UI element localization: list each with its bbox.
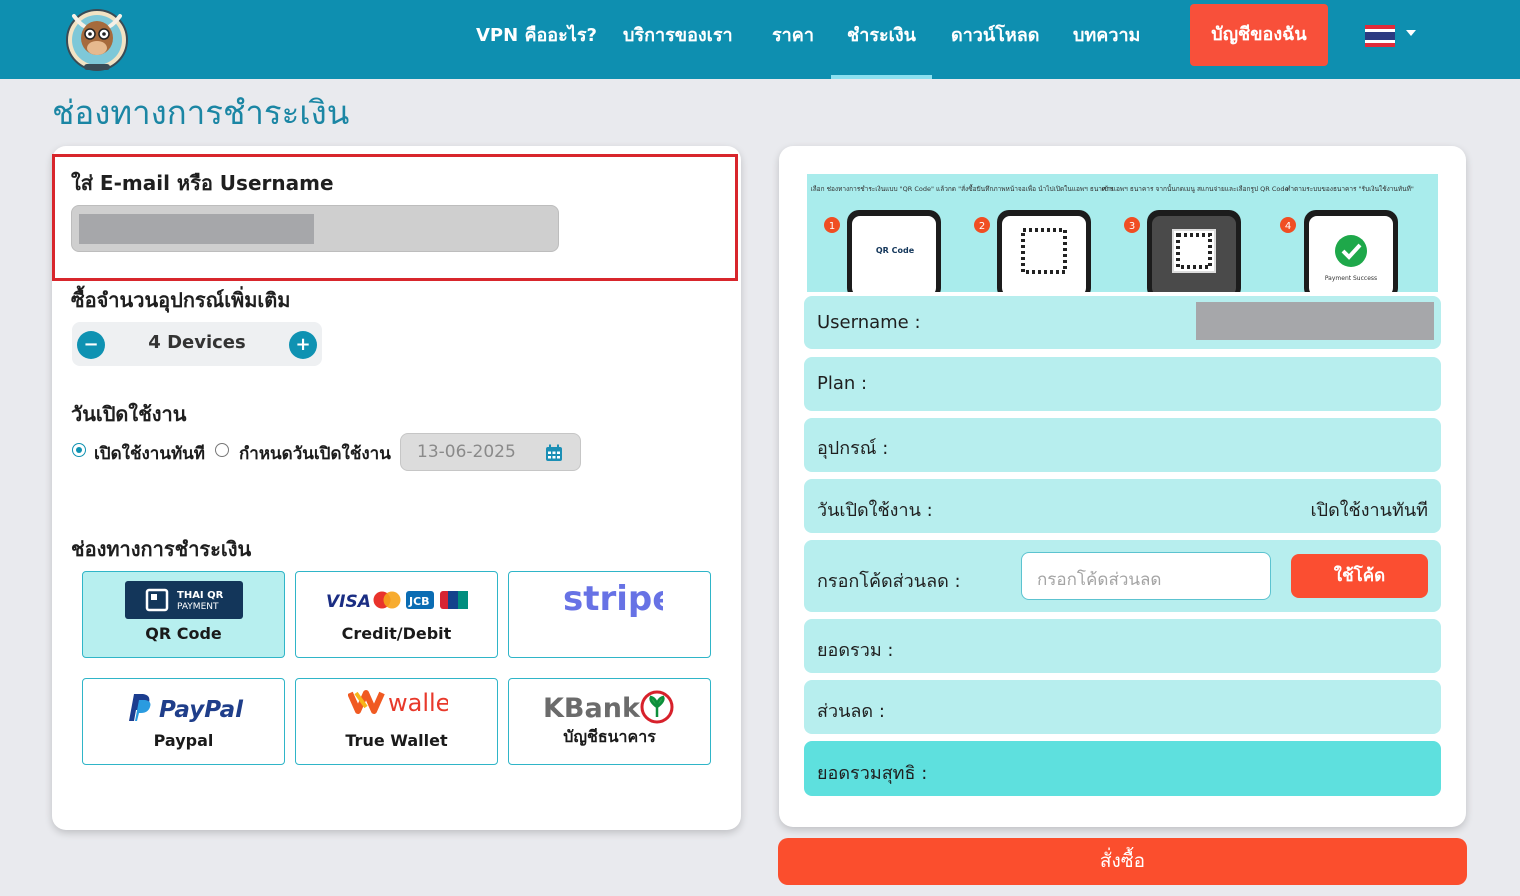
device-count: 4 Devices [148,332,246,353]
start-now-label[interactable]: เปิดใช้งานทันที [94,440,205,467]
qr-steps-illustration: เลือก ช่องทางการชำระเงินแบบ "QR Code" แล… [810,184,1414,292]
start-date-summary-value: เปิดใช้งานทันที [1310,500,1428,521]
nav-pricing[interactable]: ราคา [772,0,814,79]
qr-step-caption: เข้าแอพฯ ธนาคาร จากนั้นกดเมนู สแกนจ่ายแล… [1101,184,1288,193]
payment-method-label: ช่องทางการชำระเงิน [71,537,252,561]
redacted-value [79,214,314,244]
devices-summary-label: อุปกรณ์ : [817,438,889,459]
thai-qr-payment-logo: THAI QR PAYMENT [125,581,243,619]
payment-option-paypal[interactable]: PayPal Paypal [82,678,285,765]
payment-option-bank-account[interactable]: KBank บัญชีธนาคาร [508,678,711,765]
calendar-icon[interactable] [544,443,564,463]
coupon-code-input[interactable]: กรอกโค้ดส่วนลด [1021,552,1271,600]
qr-step-number: 1 [829,221,835,232]
nav-download[interactable]: ดาวน์โหลด [951,0,1039,79]
start-date-input[interactable]: 13-06-2025 [400,433,581,471]
coupon-placeholder: กรอกโค้ดส่วนลด [1037,570,1162,590]
schedule-start-label[interactable]: กำหนดวันเปิดใช้งาน [239,440,391,467]
visa-logo-text: VISA [326,592,371,612]
device-quantity-stepper: − 4 Devices + [72,322,322,366]
thai-qr-logo-subtext: PAYMENT [177,602,219,612]
thai-qr-logo-text: THAI QR [177,590,224,601]
start-date-label: วันเปิดใช้งาน [71,402,187,426]
qr-step-screen-text: QR Code [876,246,915,255]
language-selector[interactable] [1364,24,1424,50]
visa-mastercard-jcb-unionpay-logos: VISA JCB [326,591,468,612]
coupon-label: กรอกโค้ดส่วนลด : [817,571,961,592]
payment-option-label: QR Code [145,624,222,643]
qr-step-number: 3 [1129,221,1135,232]
start-now-radio[interactable] [72,443,86,457]
email-username-input[interactable] [71,205,559,252]
thai-flag-icon [1365,25,1416,47]
username-label: Username : [817,312,921,333]
top-navbar: VPN คืออะไร? บริการของเรา ราคา ชำระเงิน … [0,0,1520,79]
payment-option-stripe[interactable]: stripe [508,571,711,658]
page-title: ช่องทางการชำระเงิน [52,93,350,132]
start-date-summary-label: วันเปิดใช้งาน : [817,500,933,521]
paypal-logo-text: PayPal [159,697,244,723]
total-label: ยอดรวม : [817,640,894,661]
qr-step-caption: เลือก ช่องทางการชำระเงินแบบ "QR Code" แล… [810,184,979,193]
summary-row-total: ยอดรวม : [804,619,1441,673]
qr-step-caption: ทำตามระบบของธนาคาร "รับเงินใช้งานทันที" [1286,185,1414,193]
plan-label: Plan : [817,373,868,394]
place-order-button[interactable]: สั่งซื้อ [778,838,1467,885]
paypal-logo: PayPal [129,694,244,723]
kbank-logo-text: KBank [543,693,641,724]
summary-row-discount: ส่วนลด : [804,680,1441,734]
payment-option-true-wallet[interactable]: wallet True Wallet [295,678,498,765]
nav-payment[interactable]: ชำระเงิน [831,0,932,79]
start-date-value: 13-06-2025 [417,442,516,462]
bull-mascot-logo[interactable] [64,2,130,72]
true-wallet-logo: wallet [348,689,448,717]
summary-row-start-date: วันเปิดใช้งาน : เปิดใช้งานทันที [804,479,1441,533]
discount-label: ส่วนลด : [817,701,885,722]
nav-services[interactable]: บริการของเรา [623,0,733,79]
qr-step-number: 2 [979,221,985,232]
payment-option-label: Paypal [153,731,214,750]
nav-what-is-vpn[interactable]: VPN คืออะไร? [476,0,597,79]
chevron-down-icon [1406,30,1416,36]
qr-step-screen-text: Payment Success [1325,275,1377,282]
payment-option-credit-debit[interactable]: VISA JCB Credit/Debit [295,571,498,658]
payment-option-qr-code[interactable]: THAI QR PAYMENT QR Code [82,571,285,658]
summary-row-net-total: ยอดรวมสุทธิ : [804,741,1441,796]
qr-step-number: 4 [1285,221,1291,232]
true-wallet-logo-text: wallet [388,689,448,717]
my-account-button[interactable]: บัญชีของฉัน [1190,4,1328,66]
qr-payment-steps-banner: เลือก ช่องทางการชำระเงินแบบ "QR Code" แล… [807,174,1438,292]
net-total-label: ยอดรวมสุทธิ : [817,763,928,784]
increase-devices-button[interactable]: + [289,331,317,359]
devices-label: ซื้อจำนวนอุปกรณ์เพิ่มเติม [71,288,291,312]
summary-row-plan: Plan : [804,357,1441,411]
stripe-logo-text: stripe [563,579,663,619]
apply-coupon-button[interactable]: ใช้โค้ด [1291,554,1428,598]
payment-option-label: บัญชีธนาคาร [563,727,656,746]
qr-step-caption: บันทึกภาพหน้าจอเพื่อ นำไปเปิดในแอพฯ ธนาค… [977,184,1114,193]
jcb-logo-text: JCB [408,595,430,608]
schedule-start-radio[interactable] [215,443,229,457]
kbank-logo: KBank [543,690,674,724]
nav-articles[interactable]: บทความ [1073,0,1140,79]
redacted-username-value [1196,302,1434,340]
payment-option-label: True Wallet [345,731,448,750]
decrease-devices-button[interactable]: − [77,331,105,359]
summary-row-devices: อุปกรณ์ : [804,418,1441,472]
stripe-logo: stripe [563,579,663,619]
email-label: ใส่ E-mail หรือ Username [71,171,334,195]
payment-option-label: Credit/Debit [341,624,452,643]
